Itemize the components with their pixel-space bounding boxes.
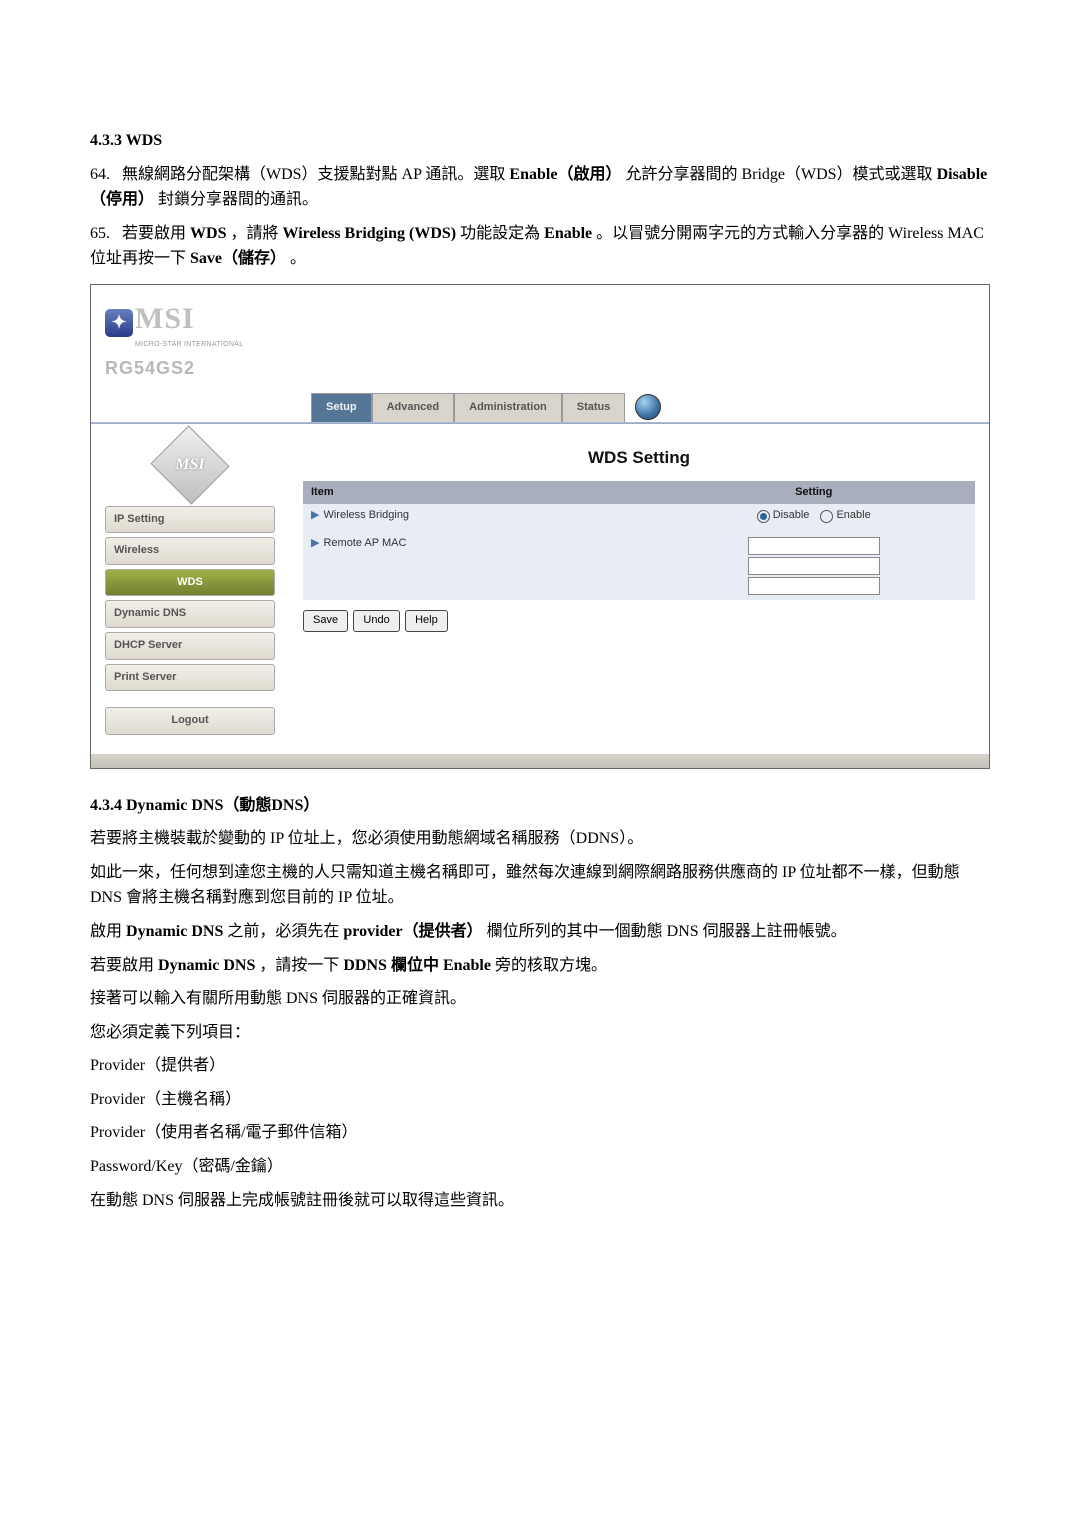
- col-setting: Setting: [652, 481, 975, 505]
- paragraph-d11: 在動態 DNS 伺服器上完成帳號註冊後就可以取得這些資訊。: [90, 1188, 990, 1214]
- form-buttons: Save Undo Help: [303, 610, 975, 632]
- text: 欄位所列的其中一個動態 DNS 伺服器上註冊帳號。: [487, 923, 847, 940]
- bold-dynamic-dns: Dynamic DNS: [126, 923, 223, 940]
- paragraph-64: 64. 無線網路分配架構（WDS）支援點對點 AP 通訊。選取 Enable（啟…: [90, 162, 990, 213]
- row-bridging-setting: Disable Enable: [652, 504, 975, 532]
- paragraph-d6: 您必須定義下列項目：: [90, 1020, 990, 1046]
- paragraph-d3: 啟用 Dynamic DNS 之前，必須先在 provider（提供者） 欄位所…: [90, 919, 990, 945]
- paragraph-d10: Password/Key（密碼/金鑰）: [90, 1154, 990, 1180]
- row-bridging-text: Wireless Bridging: [323, 509, 409, 521]
- radio-enable-label: Enable: [836, 507, 870, 525]
- paragraph-d2: 如此一來，任何想到達您主機的人只需知道主機名稱即可，雖然每次連線到網際網路服務供…: [90, 860, 990, 911]
- globe-icon: [635, 394, 661, 420]
- text: 封鎖分享器間的通訊。: [158, 191, 318, 208]
- radio-disable-label: Disable: [773, 507, 810, 525]
- bold-wds: WDS: [190, 225, 226, 242]
- text: ，請將: [230, 225, 282, 242]
- radio-enable[interactable]: Enable: [820, 507, 870, 525]
- chip-label: MSI: [175, 452, 204, 478]
- tab-row: Setup Advanced Administration Status: [91, 393, 989, 422]
- text: ，請按一下: [259, 957, 343, 974]
- logo-row: ✦ MSI MICRO-STAR INTERNATIONAL: [91, 285, 989, 350]
- bold-ddns-enable: DDNS 欄位中 Enable: [343, 957, 491, 974]
- chip-icon: MSI: [150, 425, 229, 504]
- panel-title: WDS Setting: [303, 444, 975, 471]
- table-row: ▶ Wireless Bridging Disable Enable: [303, 504, 975, 532]
- row-bridging-label: ▶ Wireless Bridging: [303, 504, 652, 532]
- sidebar-item-logout[interactable]: Logout: [105, 707, 275, 735]
- paragraph-d5: 接著可以輸入有關所用動態 DNS 伺服器的正確資訊。: [90, 986, 990, 1012]
- help-button[interactable]: Help: [405, 610, 448, 632]
- table-header-row: Item Setting: [303, 481, 975, 505]
- bold-enable: Enable（啟用）: [509, 166, 621, 183]
- screenshot-footer: [91, 754, 989, 768]
- bold-provider: provider（提供者）: [343, 923, 482, 940]
- main-panel: WDS Setting Item Setting ▶ Wireless Bridg…: [289, 424, 989, 754]
- radio-icon: [820, 510, 833, 523]
- text: 旁的核取方塊。: [495, 957, 607, 974]
- triangle-icon: ▶: [311, 537, 319, 549]
- wds-table: Item Setting ▶ Wireless Bridging Disable …: [303, 481, 975, 600]
- tab-status[interactable]: Status: [562, 393, 626, 422]
- triangle-icon: ▶: [311, 509, 319, 521]
- text: 之前，必須先在: [227, 923, 343, 940]
- tab-setup[interactable]: Setup: [311, 393, 372, 422]
- bold-save: Save（儲存）: [190, 250, 286, 267]
- section-heading-ddns: 4.3.4 Dynamic DNS（動態DNS）: [90, 793, 990, 819]
- sidebar-item-wireless[interactable]: Wireless: [105, 537, 275, 565]
- logo-subtext: MICRO-STAR INTERNATIONAL: [135, 339, 243, 350]
- logo-text: MSI: [135, 295, 243, 343]
- col-item: Item: [303, 481, 652, 505]
- paragraph-d8: Provider（主機名稱）: [90, 1087, 990, 1113]
- tab-administration[interactable]: Administration: [454, 393, 562, 422]
- text: 若要啟用: [90, 957, 158, 974]
- row-remotemac-setting: [652, 532, 975, 600]
- row-remotemac-label: ▶ Remote AP MAC: [303, 532, 652, 600]
- table-row: ▶ Remote AP MAC: [303, 532, 975, 600]
- text: 無線網路分配架構（WDS）支援點對點 AP 通訊。選取: [122, 166, 509, 183]
- sidebar: MSI IP Setting Wireless WDS Dynamic DNS …: [91, 424, 289, 754]
- mac-input-1[interactable]: [748, 537, 880, 555]
- bold-enable: Enable: [544, 225, 592, 242]
- sidebar-item-wds[interactable]: WDS: [105, 569, 275, 597]
- router-screenshot: ✦ MSI MICRO-STAR INTERNATIONAL RG54GS2 S…: [90, 284, 990, 769]
- paragraph-d9: Provider（使用者名稱/電子郵件信箱）: [90, 1120, 990, 1146]
- text: 。: [290, 250, 306, 267]
- row-remotemac-text: Remote AP MAC: [323, 537, 406, 549]
- tab-advanced[interactable]: Advanced: [372, 393, 455, 422]
- paragraph-65: 65. 若要啟用 WDS ，請將 Wireless Bridging (WDS)…: [90, 221, 990, 272]
- sidebar-item-ip[interactable]: IP Setting: [105, 506, 275, 534]
- radio-icon: [757, 510, 770, 523]
- para-num: 65.: [90, 225, 110, 242]
- mac-input-2[interactable]: [748, 557, 880, 575]
- text: 啟用: [90, 923, 126, 940]
- undo-button[interactable]: Undo: [353, 610, 399, 632]
- tab-bar: Setup Advanced Administration Status: [311, 393, 625, 422]
- logo-star-icon: ✦: [105, 309, 133, 337]
- product-model: RG54GS2: [91, 350, 989, 393]
- mac-input-3[interactable]: [748, 577, 880, 595]
- sidebar-item-dhcp[interactable]: DHCP Server: [105, 632, 275, 660]
- save-button[interactable]: Save: [303, 610, 348, 632]
- paragraph-d1: 若要將主機裝載於變動的 IP 位址上，您必須使用動態網域名稱服務（DDNS）。: [90, 826, 990, 852]
- screenshot-body: MSI IP Setting Wireless WDS Dynamic DNS …: [91, 424, 989, 754]
- section-heading-wds: 4.3.3 WDS: [90, 128, 990, 154]
- sidebar-item-print[interactable]: Print Server: [105, 664, 275, 692]
- text: 功能設定為: [460, 225, 544, 242]
- para-num: 64.: [90, 166, 110, 183]
- radio-disable[interactable]: Disable: [757, 507, 810, 525]
- bold-wireless-bridging: Wireless Bridging (WDS): [282, 225, 456, 242]
- paragraph-d4: 若要啟用 Dynamic DNS ，請按一下 DDNS 欄位中 Enable 旁…: [90, 953, 990, 979]
- text: 若要啟用: [122, 225, 190, 242]
- paragraph-d7: Provider（提供者）: [90, 1053, 990, 1079]
- sidebar-item-ddns[interactable]: Dynamic DNS: [105, 600, 275, 628]
- bold-dynamic-dns: Dynamic DNS: [158, 957, 255, 974]
- text: 允許分享器間的 Bridge（WDS）模式或選取: [625, 166, 936, 183]
